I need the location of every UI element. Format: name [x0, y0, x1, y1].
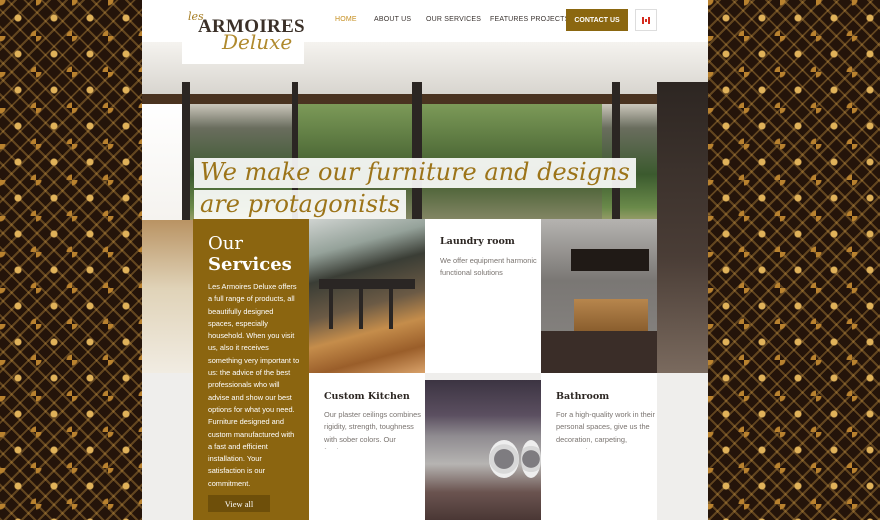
nav-features-projects[interactable]: FEATURES PROJECTS — [490, 16, 570, 23]
card-bathroom[interactable]: Bathroom For a high-quality work in thei… — [541, 373, 657, 520]
card-text: Our plaster ceilings combines rigidity, … — [324, 410, 421, 449]
shelf — [571, 249, 649, 271]
services-description: Les Armoires Deluxe offers a full range … — [208, 282, 300, 488]
hero-wall-right — [657, 82, 708, 373]
services-panel: Our Services Les Armoires Deluxe offers … — [193, 219, 309, 520]
card-title: Laundry room — [440, 236, 515, 247]
logo-deluxe: Deluxe — [222, 30, 293, 54]
contact-us-button[interactable]: CONTACT US — [566, 9, 628, 31]
card-custom-kitchen[interactable]: Custom Kitchen Our plaster ceilings comb… — [309, 373, 425, 520]
bathroom-vanity-image[interactable] — [541, 219, 657, 373]
ornament-background-left — [0, 0, 142, 520]
ornament-background-right — [708, 0, 880, 520]
card-title: Bathroom — [556, 391, 610, 402]
washer — [489, 440, 519, 478]
card-text: We offer equipment harmonic functional s… — [440, 256, 537, 278]
canada-flag-icon[interactable] — [635, 9, 657, 31]
logo[interactable]: les ARMOIRES Deluxe — [182, 4, 305, 64]
card-title: Custom Kitchen — [324, 391, 410, 402]
view-all-button[interactable]: View all — [208, 495, 270, 512]
card-laundry-room[interactable]: Laundry room We offer equipment harmonic… — [425, 219, 541, 373]
vanity — [574, 299, 648, 331]
kitchen-dining-image[interactable] — [309, 219, 425, 373]
page: We make our furniture and designs are pr… — [142, 0, 708, 520]
services-heading: Services — [208, 254, 292, 275]
hero-title-line-1: We make our furniture and designs — [194, 158, 636, 188]
card-text: For a high-quality work in their persona… — [556, 410, 655, 449]
hero-title-line-2: are protagonists — [194, 190, 407, 220]
nav-our-services[interactable]: OUR SERVICES — [426, 16, 481, 23]
laundry-room-image[interactable] — [425, 380, 541, 520]
hero-beam — [142, 94, 708, 104]
dryer — [521, 440, 541, 478]
services-heading-our: Our — [208, 233, 243, 254]
floor — [541, 331, 657, 373]
nav-home[interactable]: HOME — [335, 16, 357, 23]
nav-about-us[interactable]: ABOUT US — [374, 16, 411, 23]
